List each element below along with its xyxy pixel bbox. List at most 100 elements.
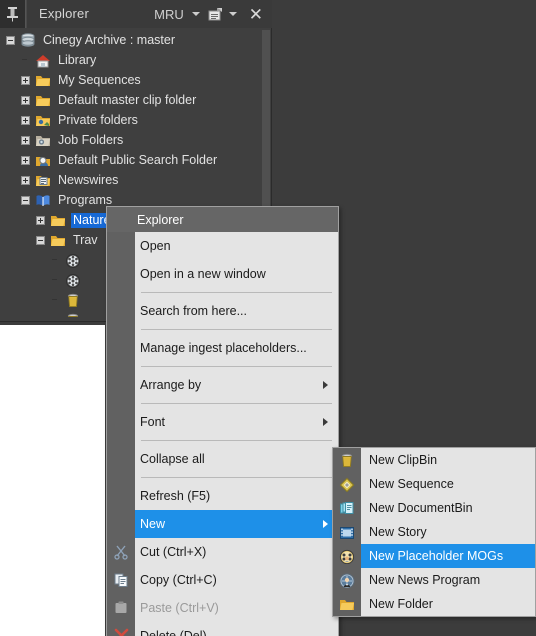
submenu-item-label: New DocumentBin [369, 501, 473, 515]
tree-node[interactable]: Default Public Search Folder [4, 150, 262, 170]
tree-node-label: Job Folders [58, 132, 124, 147]
menu-separator-row [107, 473, 338, 482]
new-submenu: New ClipBin New Sequence New DocumentBin Ne… [332, 447, 536, 617]
submenu-arrow-icon [323, 520, 328, 528]
context-menu-item-label: Collapse all [140, 452, 205, 466]
tree-node[interactable]: Cinegy Archive : master [4, 30, 262, 50]
menu-separator-row [107, 288, 338, 297]
submenu-item[interactable]: New Story [333, 520, 535, 544]
menu-icon-slot [107, 445, 135, 473]
search-folder-icon [34, 152, 52, 168]
tree-expander-plus-icon[interactable] [21, 175, 30, 185]
tree-node-label: Default Public Search Folder [58, 152, 218, 167]
tree-spacer [51, 276, 60, 285]
submenu-item-label: New Placeholder MOGs [369, 549, 504, 563]
film-reel-icon [64, 252, 82, 268]
tree-expander-minus-icon[interactable] [36, 235, 45, 245]
menu-icon-slot [107, 371, 135, 399]
copy-icon [107, 566, 135, 594]
tree-node[interactable]: My Sequences [4, 70, 262, 90]
context-menu-item-label: Manage ingest placeholders... [140, 341, 307, 355]
context-menu-item[interactable]: Refresh (F5) [107, 482, 338, 510]
folder-icon [333, 592, 361, 616]
context-menu-item[interactable]: Manage ingest placeholders... [107, 334, 338, 362]
tree-expander-minus-icon[interactable] [6, 35, 15, 45]
menu-separator-row [107, 436, 338, 445]
submenu-item[interactable]: New News Program [333, 568, 535, 592]
delete-x-icon [107, 622, 135, 636]
menu-separator-row [107, 325, 338, 334]
tree-expander-plus-icon[interactable] [21, 115, 30, 125]
context-menu-item[interactable]: New [107, 510, 338, 538]
context-menu-item[interactable]: Copy (Ctrl+C) [107, 566, 338, 594]
context-menu-header: Explorer [107, 207, 338, 232]
close-icon[interactable]: ✕ [245, 6, 266, 23]
chevron-down-icon-properties[interactable] [228, 12, 237, 16]
submenu-item[interactable]: New Folder [333, 592, 535, 616]
tree-spacer [51, 296, 60, 305]
film-reel-icon [64, 272, 82, 288]
context-menu-item[interactable]: Collapse all [107, 445, 338, 473]
folder-icon [49, 232, 67, 248]
tree-expander-plus-icon[interactable] [21, 155, 30, 165]
context-menu-item-label: Copy (Ctrl+C) [140, 573, 217, 587]
submenu-item-label: New News Program [369, 573, 481, 587]
folder-job-icon [34, 132, 52, 148]
context-menu-item: Paste (Ctrl+V) [107, 594, 338, 622]
menu-separator-row [107, 362, 338, 371]
home-icon [34, 52, 52, 68]
submenu-item-label: New Sequence [369, 477, 454, 491]
submenu-item[interactable]: New ClipBin [333, 448, 535, 472]
tree-expander-minus-icon[interactable] [21, 195, 30, 205]
submenu-item-label: New ClipBin [369, 453, 438, 467]
context-menu-item[interactable]: Delete (Del) [107, 622, 338, 636]
tree-node[interactable]: Newswires [4, 170, 262, 190]
submenu-item[interactable]: New Placeholder MOGs [333, 544, 535, 568]
tree-expander-plus-icon[interactable] [21, 135, 30, 145]
tree-node[interactable]: Default master clip folder [4, 90, 262, 110]
tree-node[interactable]: Library [4, 50, 262, 70]
context-menu-item-label: Search from here... [140, 304, 247, 318]
sequence-icon [333, 472, 361, 496]
submenu-item-label: New Story [369, 525, 427, 539]
tree-node-label: Cinegy Archive : master [43, 32, 175, 47]
properties-icon[interactable] [208, 7, 224, 22]
tree-node[interactable]: Private folders [4, 110, 262, 130]
context-menu-item-label: Cut (Ctrl+X) [140, 545, 207, 559]
tree-node[interactable]: Job Folders [4, 130, 262, 150]
context-menu-item[interactable]: Open [107, 232, 338, 260]
folder-private-icon [34, 112, 52, 128]
pin-icon[interactable] [0, 0, 26, 28]
new-submenu-items: New ClipBin New Sequence New DocumentBin Ne… [333, 448, 535, 616]
context-menu-item[interactable]: Search from here... [107, 297, 338, 325]
tree-expander-plus-icon[interactable] [21, 75, 30, 85]
context-menu: Explorer Open Open in a new window Search … [106, 206, 339, 636]
context-menu-item-label: Paste (Ctrl+V) [140, 601, 219, 615]
submenu-item[interactable]: New DocumentBin [333, 496, 535, 520]
tree-expander-plus-icon[interactable] [36, 215, 45, 225]
tree-expander-plus-icon[interactable] [21, 95, 30, 105]
mru-button[interactable]: MRU [148, 7, 187, 22]
context-menu-item[interactable]: Open in a new window [107, 260, 338, 288]
story-icon [333, 520, 361, 544]
panel-toolbar: MRU ✕ [148, 0, 272, 28]
submenu-item[interactable]: New Sequence [333, 472, 535, 496]
context-menu-item[interactable]: Arrange by [107, 371, 338, 399]
tree-node-label: Trav [73, 232, 98, 247]
context-menu-item[interactable]: Cut (Ctrl+X) [107, 538, 338, 566]
menu-icon-slot [107, 482, 135, 510]
folder-icon [34, 92, 52, 108]
clipbin-icon [64, 292, 82, 308]
chevron-down-icon-mru[interactable] [191, 12, 200, 16]
menu-icon-slot [107, 297, 135, 325]
context-menu-item-label: Open in a new window [140, 267, 266, 281]
context-menu-item-label: Open [140, 239, 171, 253]
database-icon [19, 32, 37, 48]
context-menu-item[interactable]: Font [107, 408, 338, 436]
clipbin-icon [64, 312, 82, 317]
tree-spacer [51, 256, 60, 265]
news-program-icon [333, 568, 361, 592]
newswire-icon [34, 172, 52, 188]
panel-titlebar: Explorer MRU ✕ [0, 0, 272, 28]
